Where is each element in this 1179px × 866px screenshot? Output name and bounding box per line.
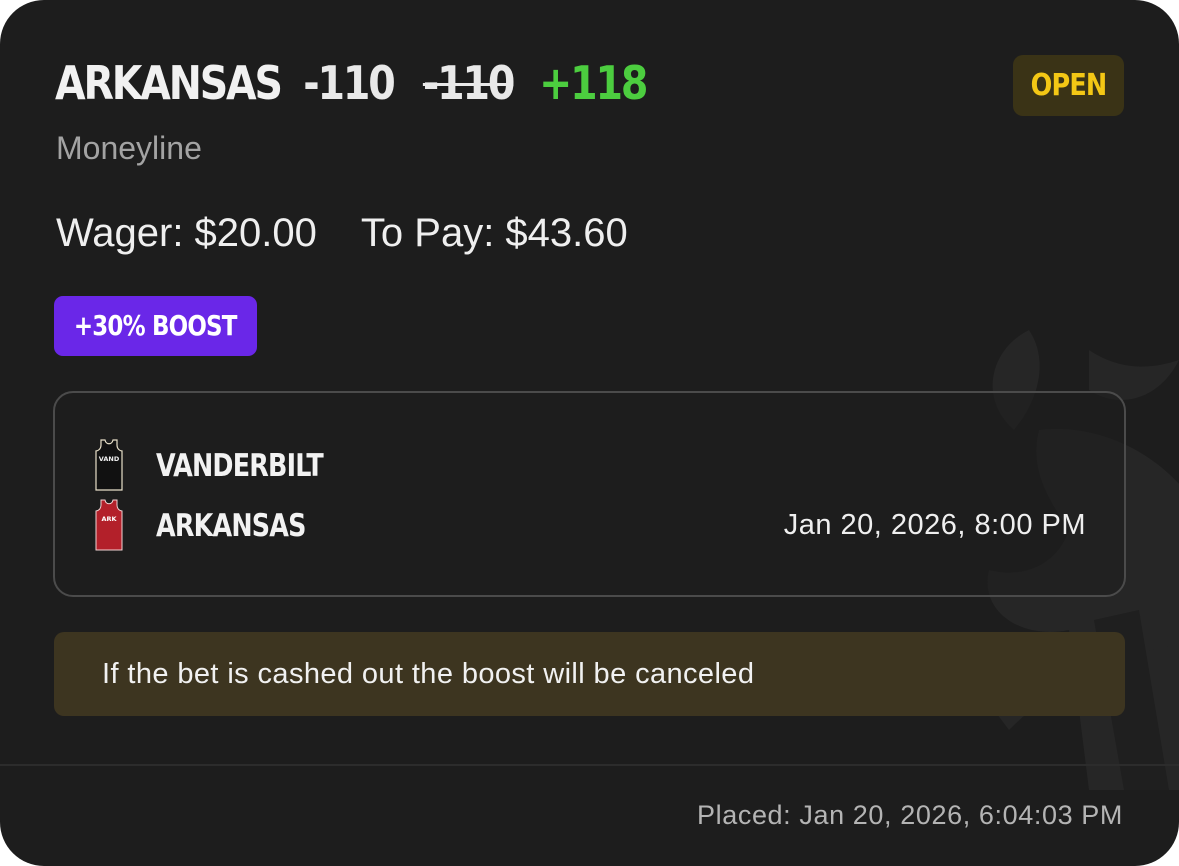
boost-cashout-notice: If the bet is cashed out the boost will … — [54, 632, 1125, 716]
status-badge: OPEN — [1013, 55, 1124, 116]
to-pay-amount: To Pay: $43.60 — [360, 211, 628, 255]
arkansas-jersey-icon: ARK — [95, 499, 123, 551]
wager-amount: Wager: $20.00 — [56, 211, 317, 255]
game-start-time: Jan 20, 2026, 8:00 PM — [783, 509, 1086, 541]
home-team-name: ARKANSAS — [156, 508, 306, 544]
wager-summary: Wager: $20.00 To Pay: $43.60 — [56, 211, 628, 256]
matchup-panel[interactable]: VAND ARK VANDERBILT ARKANSAS Jan 20, 202… — [53, 391, 1126, 597]
footer-divider — [0, 764, 1179, 766]
bet-type-label: Moneyline — [56, 130, 202, 166]
boost-badge: +30% BOOST — [54, 296, 257, 356]
svg-text:VAND: VAND — [99, 455, 120, 463]
bet-title: ARKANSAS -110 -110 +118 — [55, 56, 648, 110]
status-label: OPEN — [1030, 68, 1108, 103]
bet-odds: -110 — [303, 56, 396, 110]
boost-label: +30% BOOST — [74, 309, 238, 342]
original-odds-struck: -110 — [422, 56, 516, 110]
away-team-name: VANDERBILT — [156, 448, 324, 484]
bet-card[interactable]: ARKANSAS -110 -110 +118 OPEN Moneyline W… — [0, 0, 1179, 866]
svg-text:ARK: ARK — [101, 515, 117, 523]
vanderbilt-jersey-icon: VAND — [95, 439, 123, 491]
placed-timestamp: Placed: Jan 20, 2026, 6:04:03 PM — [697, 800, 1123, 830]
boosted-odds: +118 — [539, 56, 648, 110]
bet-team-name: ARKANSAS — [55, 56, 283, 110]
